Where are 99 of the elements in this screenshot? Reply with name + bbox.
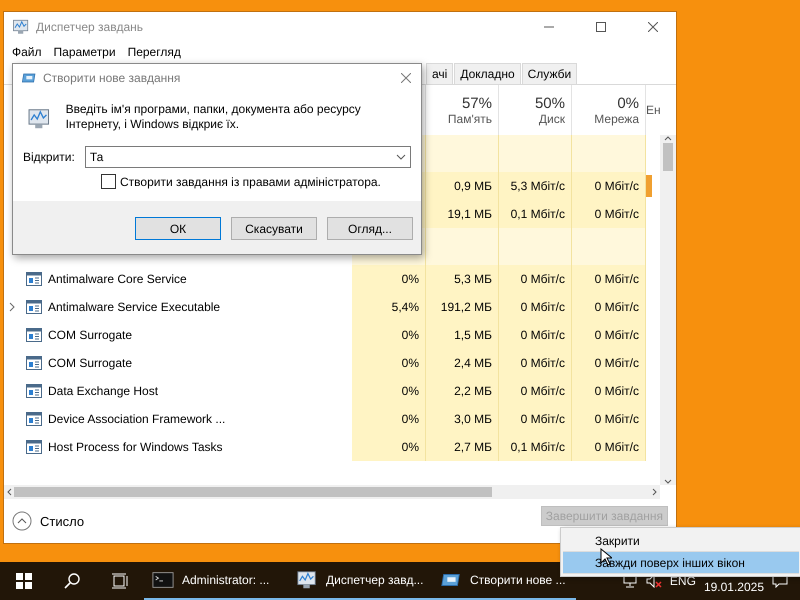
table-cell: 0 Мбіт/с <box>499 377 572 405</box>
table-cell: 19,1 МБ <box>426 200 499 228</box>
chevron-up-icon <box>12 511 32 531</box>
table-cell: 0 Мбіт/с <box>499 321 572 349</box>
scroll-down-icon <box>664 479 672 485</box>
process-icon <box>26 300 42 314</box>
table-cell: 0 Мбіт/с <box>572 200 646 228</box>
dialog-title: Створити нове завдання <box>43 71 182 85</box>
checkbox[interactable] <box>101 174 116 189</box>
table-cell: 0% <box>352 265 426 293</box>
fewer-details-button[interactable]: Стисло <box>12 511 533 531</box>
speaker-muted-icon[interactable] <box>646 574 662 588</box>
column-percent: 0% <box>617 94 639 112</box>
table-cell: 0 Мбіт/с <box>572 172 646 200</box>
process-icon <box>26 384 42 398</box>
windows-start-icon[interactable] <box>16 573 32 589</box>
maximize-icon <box>596 22 606 32</box>
table-cell: 5,3 Мбіт/с <box>499 172 572 200</box>
process-icon <box>26 412 42 426</box>
taskbar-app[interactable]: Диспетчер завд... <box>288 562 432 600</box>
dialog-button[interactable]: ОК <box>135 217 221 240</box>
process-name: Antimalware Service Executable <box>48 300 220 314</box>
table-cell: 0 Мбіт/с <box>499 293 572 321</box>
network-icon[interactable] <box>622 574 638 588</box>
table-cell: 0 Мбіт/с <box>572 405 646 433</box>
close-icon <box>401 73 411 83</box>
menu-item[interactable]: Перегляд <box>128 45 181 59</box>
close-icon <box>648 22 658 32</box>
table-cell: 0,9 МБ <box>426 172 499 200</box>
app-icon <box>12 18 30 36</box>
scroll-left-icon <box>6 488 12 496</box>
table-cell: 0 Мбіт/с <box>572 265 646 293</box>
table-cell: 2,2 МБ <box>426 377 499 405</box>
table-cell: 1,5 МБ <box>426 321 499 349</box>
table-cell: 0% <box>352 433 426 461</box>
table-cell: 2,7 МБ <box>426 433 499 461</box>
table-cell: 3,0 МБ <box>426 405 499 433</box>
dialog-message: Введіть ім'я програми, папки, документа або ресурсу Інтернету, і Windows відкриє їх. <box>66 102 362 132</box>
table-cell: 5,4% <box>352 293 426 321</box>
process-name: COM Surrogate <box>48 356 132 370</box>
column-percent: 50% <box>534 94 565 112</box>
table-cell: 0 Мбіт/с <box>499 265 572 293</box>
scroll-thumb[interactable] <box>14 487 492 497</box>
tab[interactable]: ачі <box>426 63 454 84</box>
table-cell: 0% <box>352 377 426 405</box>
monitor-icon <box>296 569 318 591</box>
expand-chevron-icon[interactable] <box>9 302 15 312</box>
table-cell: 0 Мбіт/с <box>572 377 646 405</box>
table-cell: 2,4 МБ <box>426 349 499 377</box>
table-cell: 0 Мбіт/с <box>572 349 646 377</box>
console-icon <box>152 569 174 591</box>
process-icon <box>26 440 42 454</box>
table-cell: 0 Мбіт/с <box>499 405 572 433</box>
dialog-button[interactable]: Огляд... <box>327 217 413 240</box>
process-name: Antimalware Core Service <box>48 272 187 286</box>
tab[interactable]: Докладно <box>454 63 521 84</box>
menu-item[interactable]: Параметри <box>54 45 116 59</box>
scroll-thumb[interactable] <box>663 143 673 171</box>
column-label: Пам'ять <box>448 112 492 126</box>
taskbar-app[interactable]: Administrator: ... <box>144 562 288 600</box>
table-cell: 0% <box>352 321 426 349</box>
language-indicator[interactable]: ENG <box>670 574 696 588</box>
scroll-right-icon <box>652 488 658 496</box>
search-icon[interactable] <box>64 573 80 589</box>
column-label: Диск <box>538 112 565 126</box>
table-cell: 0,1 Мбіт/с <box>499 200 572 228</box>
open-label: Відкрити: <box>23 150 75 164</box>
process-name: Device Association Framework ... <box>48 412 226 426</box>
table-cell: 5,3 МБ <box>426 265 499 293</box>
process-icon <box>26 356 42 370</box>
checkbox-label: Створити завдання із правами адміністратора. <box>120 174 381 188</box>
open-combo-box[interactable]: Та <box>84 146 411 168</box>
table-cell: 0% <box>352 349 426 377</box>
column-percent: 57% <box>462 94 492 112</box>
column-label: Ен <box>646 103 660 117</box>
table-cell: 0 Мбіт/с <box>572 293 646 321</box>
dialog-button[interactable]: Скасувати <box>231 217 317 240</box>
dropdown-icon <box>396 154 406 160</box>
scroll-up-icon <box>664 135 672 141</box>
notification-icon[interactable] <box>772 574 788 588</box>
window-title: Диспетчер завдань <box>36 20 144 34</box>
task-view-icon[interactable] <box>111 573 129 589</box>
horizontal-scrollbar[interactable] <box>4 485 660 499</box>
process-icon <box>26 272 42 286</box>
menu-item[interactable]: Файл <box>12 45 42 59</box>
tab[interactable]: Служби <box>522 63 578 84</box>
table-cell: 0 Мбіт/с <box>499 349 572 377</box>
table-cell: 0 Мбіт/с <box>572 321 646 349</box>
table-cell: 0 Мбіт/с <box>572 433 646 461</box>
column-label: Мережа <box>594 112 639 126</box>
process-name: COM Surrogate <box>48 328 132 342</box>
table-cell: 191,2 МБ <box>426 293 499 321</box>
vertical-scrollbar[interactable] <box>660 135 676 485</box>
taskbar-app[interactable]: Створити нове ... <box>432 562 576 600</box>
process-icon <box>26 328 42 342</box>
process-name: Host Process for Windows Tasks <box>48 440 222 454</box>
process-name: Data Exchange Host <box>48 384 158 398</box>
table-cell: 0% <box>352 405 426 433</box>
table-cell: 0,1 Мбіт/с <box>499 433 572 461</box>
